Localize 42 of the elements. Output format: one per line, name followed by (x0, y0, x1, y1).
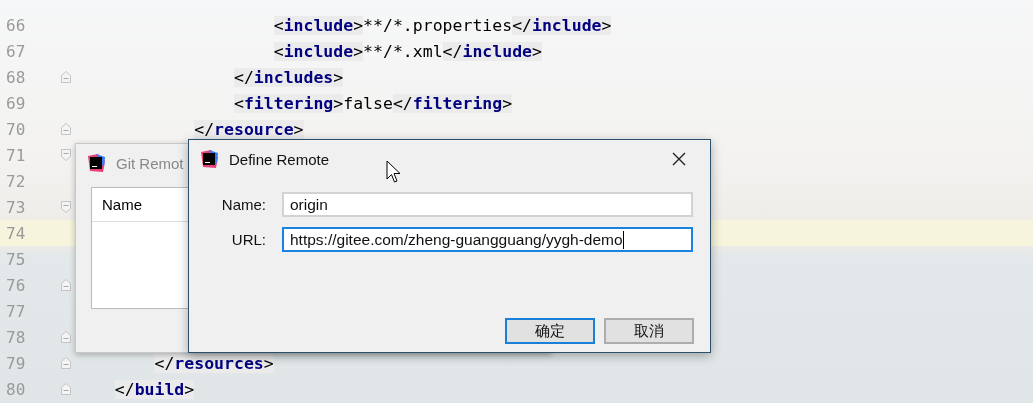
close-icon[interactable] (672, 152, 686, 166)
field-label: URL: (230, 230, 266, 250)
code-line: <filtering>false</filtering> (232, 93, 513, 113)
line-number: 71 (5, 145, 27, 165)
line-number: 68 (5, 67, 27, 87)
dialog-button[interactable]: 取消 (604, 318, 694, 344)
fold-end-icon[interactable] (60, 123, 71, 135)
fold-end-icon[interactable] (60, 279, 71, 291)
dialog-title: Define Remote (229, 150, 330, 168)
line-number: 74 (5, 223, 27, 243)
fold-start-icon[interactable] (60, 149, 71, 161)
input-field[interactable]: https://gitee.com/zheng-guangguang/yygh-demo (282, 227, 693, 252)
dialog-button[interactable]: 确定 (505, 318, 595, 344)
code-line: <include>**/*.properties</include> (272, 15, 612, 35)
line-number: 77 (5, 301, 27, 321)
code-line: <include>**/*.xml</include> (272, 41, 542, 61)
mouse-pointer-icon (386, 160, 402, 184)
fold-start-icon[interactable] (60, 201, 71, 213)
field-label: Name: (220, 195, 266, 215)
code-line: </includes> (232, 67, 344, 87)
line-number: 69 (5, 93, 27, 113)
fold-end-icon[interactable] (60, 331, 71, 343)
app-logo-icon (86, 153, 106, 173)
line-number: 78 (5, 327, 27, 347)
code-line: </resources> (153, 353, 274, 373)
app-logo-icon (199, 149, 219, 169)
fold-end-icon[interactable] (60, 357, 71, 369)
code-line: </build> (113, 379, 195, 399)
line-number: 75 (5, 249, 27, 269)
line-number: 79 (5, 353, 27, 373)
line-number: 66 (5, 15, 27, 35)
line-number: 67 (5, 41, 27, 61)
line-number: 70 (5, 119, 27, 139)
fold-end-icon[interactable] (60, 71, 71, 83)
fold-end-icon[interactable] (60, 383, 71, 395)
line-number: 80 (5, 379, 27, 399)
window-title: Git Remot (116, 154, 184, 172)
line-number: 73 (5, 197, 27, 217)
code-line: </resource> (193, 119, 304, 139)
input-field[interactable]: origin (282, 192, 693, 217)
line-number: 76 (5, 275, 27, 295)
line-number: 72 (5, 171, 27, 191)
